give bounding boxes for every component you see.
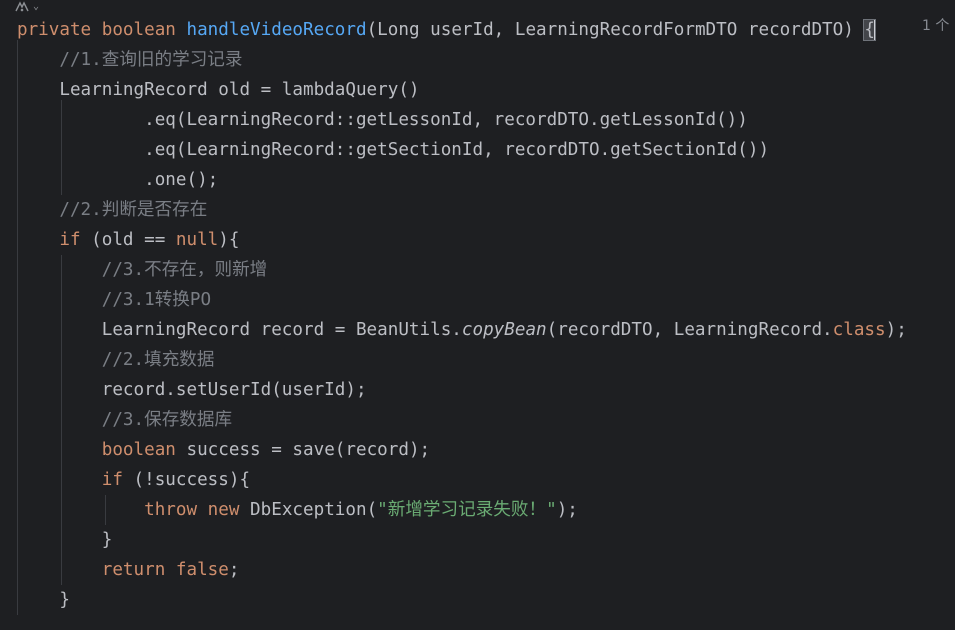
- keyword-token: boolean: [101, 440, 176, 460]
- code-token: (Long userId, LearningRecordFormDTO reco…: [366, 20, 865, 40]
- text-caret: [874, 20, 877, 40]
- code-token: (old ==: [80, 230, 176, 250]
- code-token: LearningRecord old = lambdaQuery(): [17, 80, 420, 100]
- code-line[interactable]: if (old == null){: [17, 225, 239, 255]
- code-line[interactable]: //2.判断是否存在: [17, 195, 207, 225]
- code-token: success = save(record);: [175, 440, 431, 460]
- code-line[interactable]: //3.1转换PO: [17, 285, 211, 315]
- code-token: );: [885, 320, 907, 340]
- code-token: LearningRecord record = BeanUtils.: [17, 320, 462, 340]
- keyword-token: if: [101, 470, 123, 490]
- keyword-token: throw new: [144, 500, 251, 520]
- code-token: record.setUserId(userId);: [17, 380, 367, 400]
- code-line[interactable]: //3.不存在，则新增: [17, 255, 268, 285]
- code-line[interactable]: //1.查询旧的学习记录: [17, 45, 243, 75]
- code-token: (!success){: [122, 470, 251, 490]
- keyword-token: return false: [101, 560, 229, 580]
- code-line[interactable]: //2.填充数据: [17, 345, 215, 375]
- usage-count-hint[interactable]: 1 个: [922, 15, 949, 35]
- code-line[interactable]: return false;: [17, 555, 240, 585]
- keyword-token: boolean: [101, 20, 187, 40]
- code-line[interactable]: //3.保存数据库: [17, 405, 232, 435]
- code-token: );: [556, 500, 578, 520]
- code-token: ){: [218, 230, 240, 250]
- code-line[interactable]: LearningRecord old = lambdaQuery(): [17, 75, 420, 105]
- comment-token: //3.1转换PO: [17, 290, 212, 310]
- code-line[interactable]: .one();: [17, 165, 218, 195]
- code-line[interactable]: }: [17, 585, 70, 615]
- code-line[interactable]: .eq(LearningRecord::getLessonId, recordD…: [17, 105, 748, 135]
- comment-token: //2.填充数据: [17, 350, 215, 370]
- code-line[interactable]: boolean success = save(record);: [17, 435, 430, 465]
- code-token: .eq(LearningRecord::getLessonId, recordD…: [17, 110, 748, 130]
- chevron-down-icon[interactable]: ⌄: [33, 2, 39, 12]
- ai-assistant-icon[interactable]: [14, 1, 30, 13]
- code-line[interactable]: }: [17, 525, 113, 555]
- comment-token: //3.保存数据库: [17, 410, 233, 430]
- string-token: "新增学习记录失败！": [377, 500, 557, 520]
- keyword-token: class: [832, 320, 886, 340]
- code-line[interactable]: throw new DbException("新增学习记录失败！");: [17, 495, 578, 525]
- code-token: }: [17, 590, 70, 610]
- code-token: }: [17, 530, 113, 550]
- static-call-token: copyBean: [461, 320, 547, 340]
- keyword-token: private: [17, 20, 102, 40]
- code-token: DbException(: [250, 500, 378, 520]
- comment-token: //2.判断是否存在: [17, 200, 208, 220]
- inlay-actions[interactable]: ⌄: [14, 0, 39, 14]
- code-line[interactable]: private boolean handleVideoRecord(Long u…: [17, 15, 877, 45]
- code-line[interactable]: if (!success){: [17, 465, 250, 495]
- method-name-token: handleVideoRecord: [186, 20, 367, 40]
- comment-token: //3.不存在，则新增: [17, 260, 268, 280]
- comment-token: //1.查询旧的学习记录: [17, 50, 243, 70]
- code-editor[interactable]: ⌄ private boolean handleVideoRecord(Long…: [0, 0, 955, 630]
- code-token: (recordDTO, LearningRecord.: [546, 320, 833, 340]
- code-line[interactable]: .eq(LearningRecord::getSectionId, record…: [17, 135, 769, 165]
- code-token: .eq(LearningRecord::getSectionId, record…: [17, 140, 770, 160]
- keyword-token: if: [59, 230, 81, 250]
- code-token: .one();: [17, 170, 219, 190]
- keyword-token: null: [175, 230, 219, 250]
- code-line[interactable]: LearningRecord record = BeanUtils.copyBe…: [17, 315, 907, 345]
- code-line[interactable]: record.setUserId(userId);: [17, 375, 367, 405]
- code-token: ;: [228, 560, 240, 580]
